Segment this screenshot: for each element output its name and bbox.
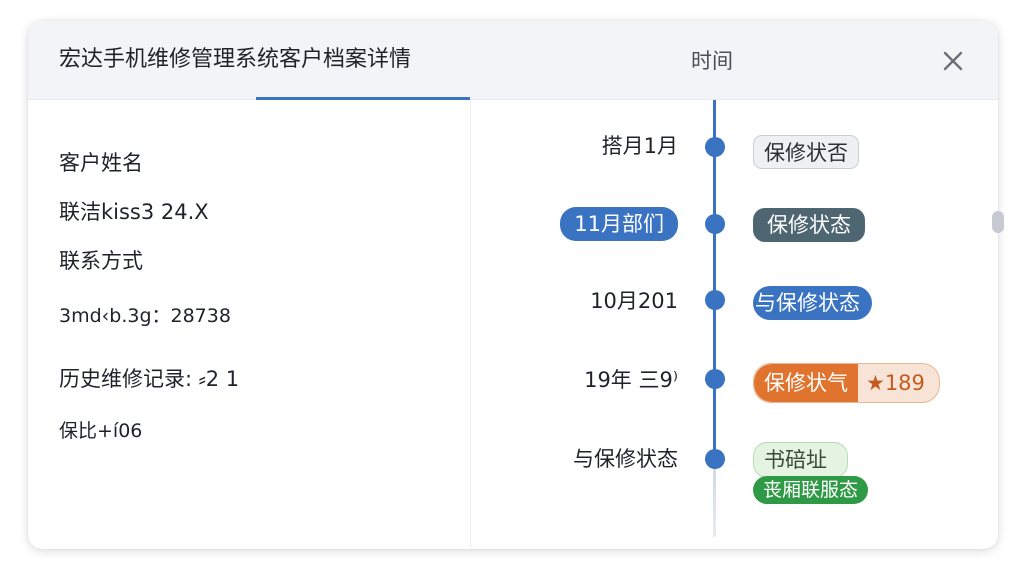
header-bar: 宏达手机维修管理系统客户档案详情 时间	[28, 21, 998, 100]
timeline-dot	[705, 290, 725, 310]
timeline-dot	[705, 449, 725, 469]
status-count-badge: ★189	[866, 371, 925, 395]
timeline-date-selected[interactable]: 11月部们	[560, 207, 678, 241]
customer-info-panel: 客户姓名 联洁kiss3 24.X 联系方式 3md‹b.3g：28738 历史…	[28, 100, 471, 549]
timeline-date: 19年 三9⁾	[584, 368, 678, 392]
status-tag[interactable]: 保修状态	[753, 208, 865, 242]
timeline-dot	[705, 137, 725, 157]
timeline-date: 10月201	[590, 289, 678, 313]
timeline-date: 与保修状态	[573, 447, 678, 471]
status-tag[interactable]: 保修状否	[753, 135, 859, 169]
status-tag[interactable]: 与保修状态	[753, 286, 872, 320]
customer-detail-card: 宏达手机维修管理系统客户档案详情 时间 客户姓名 联洁kiss3 24.X 联系…	[28, 21, 998, 549]
timeline-dot	[705, 369, 725, 389]
customer-name-label: 客户姓名	[59, 151, 143, 175]
scrollbar-handle[interactable]	[992, 211, 1004, 233]
contact-label: 联系方式	[59, 249, 143, 273]
repair-history-label: 历史维修记录: ⸗2 1	[59, 367, 240, 391]
tab-time[interactable]: 时间	[691, 45, 733, 77]
warranty-text: 保比+í06	[59, 420, 143, 442]
page-title: 宏达手机维修管理系统客户档案详情	[59, 47, 412, 72]
customer-name-value: 联洁kiss3 24.X	[59, 200, 209, 224]
timeline-dot	[705, 214, 725, 234]
status-tag[interactable]: 丧厢联服态	[753, 476, 869, 504]
status-tag[interactable]: 书碚址	[753, 442, 848, 478]
status-tag: 保修状气	[754, 364, 858, 402]
timeline-date: 搭月1月	[601, 134, 678, 158]
contact-value: 3md‹b.3g：28738	[59, 305, 231, 327]
close-button[interactable]	[938, 46, 968, 76]
status-tag-group[interactable]: 保修状气 ★189	[753, 363, 940, 403]
close-icon	[943, 51, 963, 71]
timeline-line-tail	[713, 457, 716, 537]
